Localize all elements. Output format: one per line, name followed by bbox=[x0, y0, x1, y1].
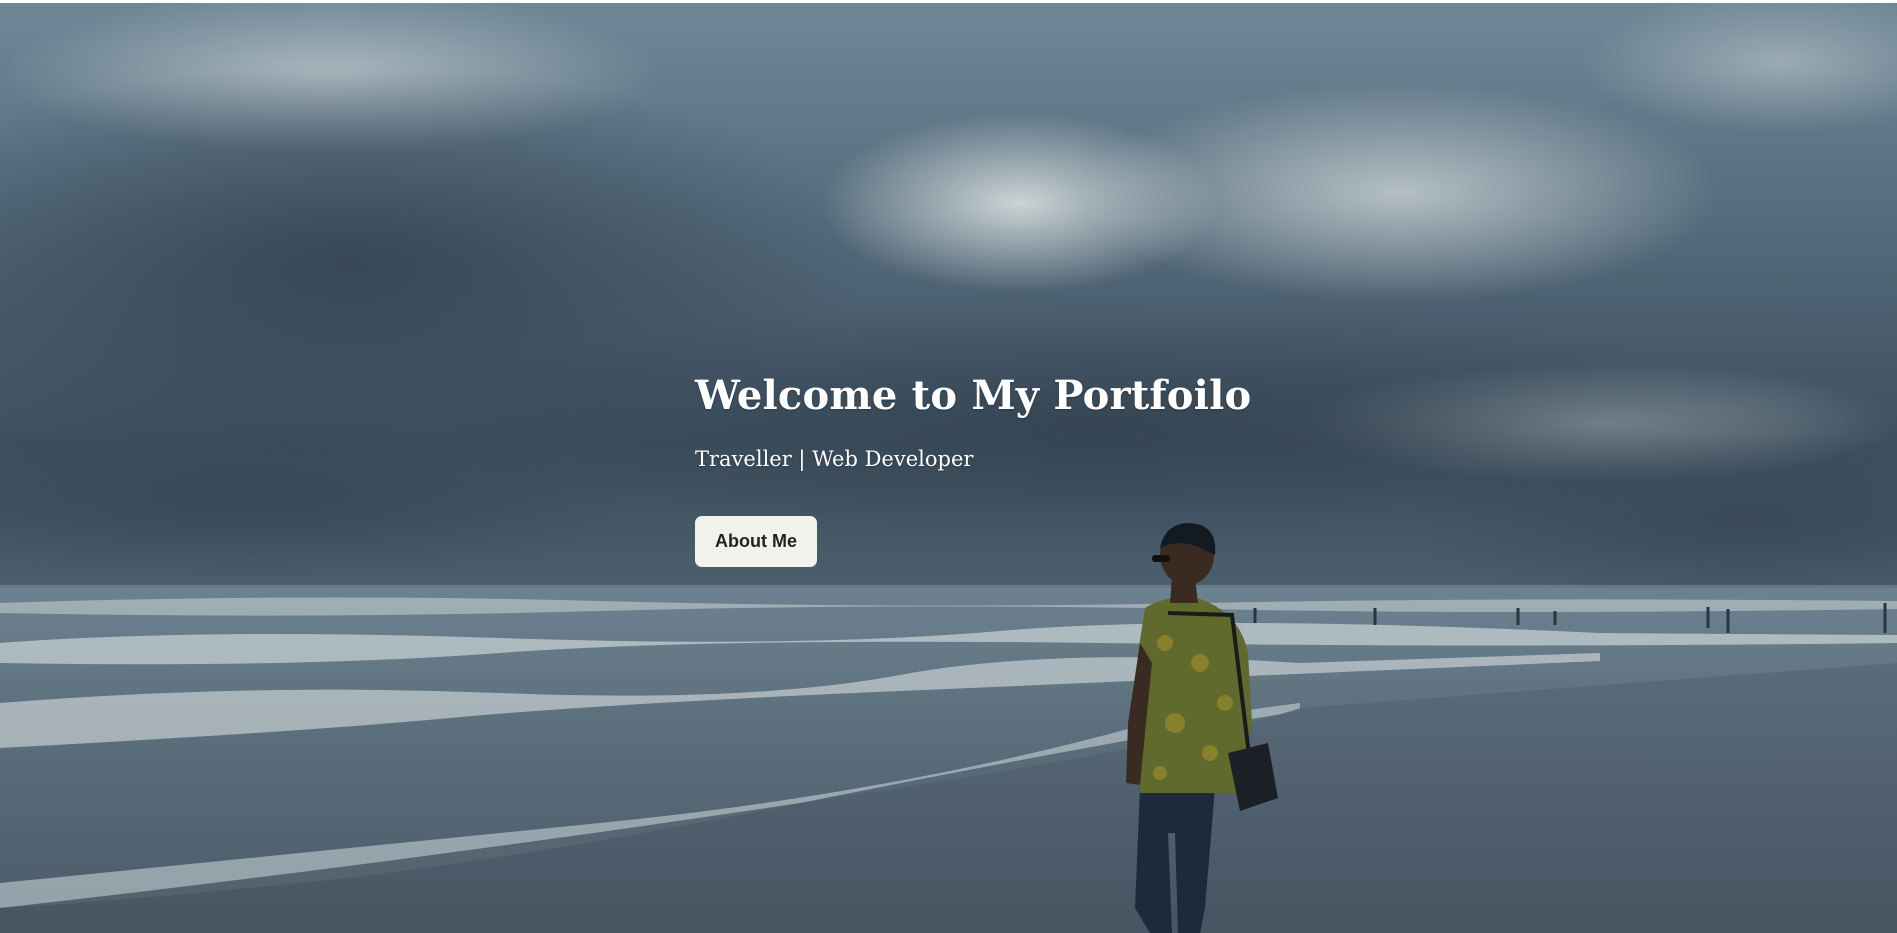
hero-title: Welcome to My Portfoilo bbox=[695, 372, 1252, 419]
hero-subtitle: Traveller | Web Developer bbox=[695, 447, 974, 471]
hero-content: Welcome to My Portfoilo Traveller | Web … bbox=[695, 368, 1395, 567]
hero-section: Welcome to My Portfoilo Traveller | Web … bbox=[0, 3, 1897, 933]
about-me-button[interactable]: About Me bbox=[695, 516, 817, 567]
